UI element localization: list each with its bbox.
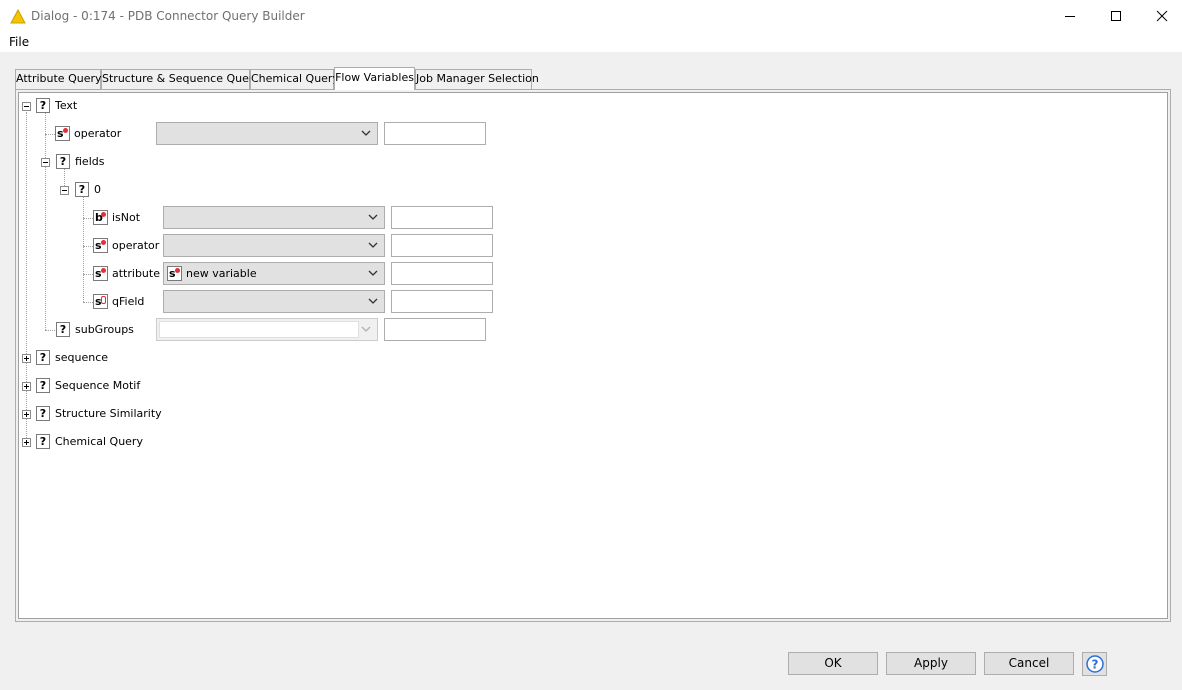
tree-view [18,92,1168,619]
expand-toggle-sequence-motif[interactable] [22,382,31,391]
string-type-icon: s [93,266,108,281]
question-type-icon: ? [56,322,70,337]
tab-chemical-query[interactable]: Chemical Query [250,69,339,89]
expand-toggle-sequence[interactable] [22,354,31,363]
tree-node-sequence-label[interactable]: sequence [55,351,108,365]
cancel-button[interactable]: Cancel [984,652,1074,675]
chevron-down-icon [368,214,378,220]
operator-variable-select[interactable] [156,122,378,145]
question-type-icon: ? [36,406,50,421]
tree-node-operator-label: operator [74,127,122,140]
tab-structure-sequence-query[interactable]: Structure & Sequence Query [101,69,260,89]
tree-node-sequence-motif-label[interactable]: Sequence Motif [55,379,140,393]
tree-node-isnot-label: isNot [112,211,141,224]
close-icon [1156,10,1168,22]
chevron-down-icon [361,326,371,332]
subgroups-variable-name-field[interactable] [384,318,486,341]
attribute-variable-name-field[interactable] [391,262,493,285]
tab-flow-variables[interactable]: Flow Variables [334,67,415,90]
tree-line [45,134,55,135]
tree-node-fields-label[interactable]: fields [75,155,104,169]
tab-job-manager-selection[interactable]: Job Manager Selection [415,69,539,89]
attribute-variable-select[interactable]: s new variable [163,262,385,285]
tree-line [83,246,93,247]
qfield-variable-name-field[interactable] [391,290,493,313]
maximize-button[interactable] [1093,0,1139,32]
tree-line [45,330,55,331]
minimize-button[interactable] [1047,0,1093,32]
collapse-toggle-text[interactable] [22,102,31,111]
chevron-down-icon [368,270,378,276]
help-icon: ? [1085,655,1104,673]
question-type-icon: ? [36,98,50,113]
boolean-type-icon: b [93,210,108,225]
string-type-icon: s [167,266,182,281]
tree-node-operator-label: operator [112,239,160,252]
maximize-icon [1111,11,1121,21]
tree-line [45,113,46,330]
menu-bar: File [0,33,1182,52]
tree-node-0-label[interactable]: 0 [94,183,101,197]
expand-toggle-structure-similarity[interactable] [22,410,31,419]
question-type-icon: ? [75,182,89,197]
tree-node-qfield-label: qField [112,295,145,308]
tree-node-attribute-label: attribute [112,267,160,280]
field-operator-variable-name-field[interactable] [391,234,493,257]
field-operator-variable-select[interactable] [163,234,385,257]
tree-line [83,197,84,302]
tree-node-subgroups-label: subGroups [75,323,134,336]
question-type-icon: ? [36,434,50,449]
collapse-toggle-0[interactable] [60,186,69,195]
isnot-variable-name-field[interactable] [391,206,493,229]
apply-button[interactable]: Apply [886,652,976,675]
question-type-icon: ? [56,154,70,169]
ok-button[interactable]: OK [788,652,878,675]
operator-variable-name-field[interactable] [384,122,486,145]
question-type-icon: ? [36,350,50,365]
isnot-variable-select[interactable] [163,206,385,229]
string-type-icon: s [55,126,70,141]
menu-file[interactable]: File [9,35,29,49]
warning-triangle-icon [10,9,26,24]
title-bar: Dialog - 0:174 - PDB Connector Query Bui… [0,0,1182,33]
tree-line [83,302,93,303]
window-title: Dialog - 0:174 - PDB Connector Query Bui… [31,9,305,23]
tree-line [83,218,93,219]
tree-node-structure-similarity-label[interactable]: Structure Similarity [55,407,162,421]
minimize-icon [1065,16,1075,17]
chevron-down-icon [368,298,378,304]
help-button[interactable]: ? [1082,652,1107,676]
subgroups-variable-select [156,318,378,341]
expand-toggle-chemical-query[interactable] [22,438,31,447]
tree-line [83,274,93,275]
string-array-type-icon: s [93,294,108,309]
attribute-selected-value: new variable [186,267,257,280]
collapse-toggle-fields[interactable] [41,158,50,167]
tree-node-text-label[interactable]: Text [55,99,77,113]
chevron-down-icon [368,242,378,248]
chevron-down-icon [361,130,371,136]
string-type-icon: s [93,238,108,253]
flow-variables-panel [15,89,1171,622]
svg-text:?: ? [1091,658,1098,672]
qfield-variable-select[interactable] [163,290,385,313]
question-type-icon: ? [36,378,50,393]
close-button[interactable] [1139,0,1182,32]
tree-node-chemical-query-label[interactable]: Chemical Query [55,435,143,449]
tree-line [26,112,27,442]
tab-attribute-query[interactable]: Attribute Query [15,69,102,89]
